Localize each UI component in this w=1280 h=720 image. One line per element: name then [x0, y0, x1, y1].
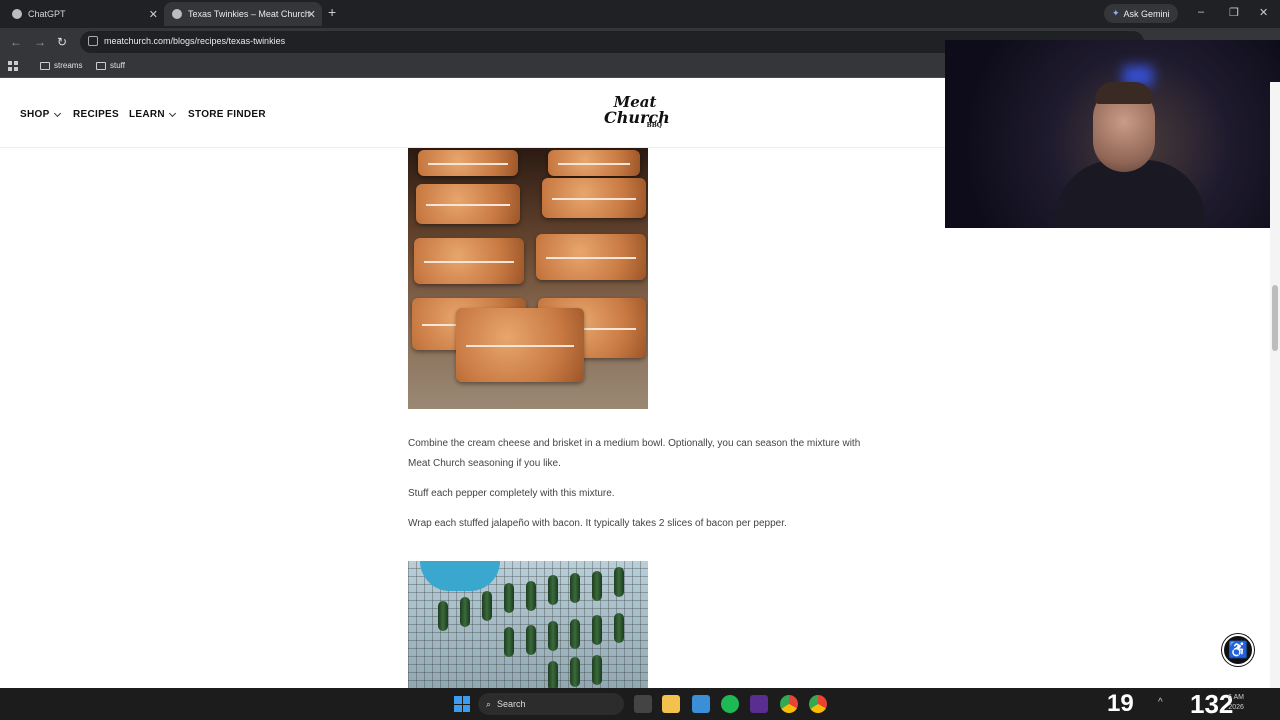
- clock-time: 6 AM: [1228, 694, 1244, 701]
- clock[interactable]: 6 AM 2026: [1228, 693, 1244, 713]
- page-scrollbar-track[interactable]: [1270, 82, 1280, 688]
- browser-tab-bar: ChatGPT ✕ Texas Twinkies – Meat Church ✕…: [0, 0, 1280, 28]
- chrome-icon[interactable]: [780, 695, 798, 713]
- bookmark-label: stuff: [110, 61, 125, 70]
- reload-icon[interactable]: ↻: [57, 35, 67, 49]
- clock-date: 2026: [1228, 704, 1244, 711]
- tray-big-number: 132: [1190, 689, 1234, 719]
- tab-title: Texas Twinkies – Meat Church: [188, 9, 310, 19]
- nav-label: RECIPES: [73, 109, 120, 120]
- chevron-up-icon[interactable]: ^: [1158, 697, 1163, 708]
- chevron-down-icon: [53, 109, 61, 117]
- windows-taskbar: ⌕ Search 19 ^ 132 6 AM 2026: [0, 688, 1280, 720]
- nav-shop[interactable]: SHOP: [20, 109, 61, 120]
- hud-fx-icon[interactable]: [750, 695, 768, 713]
- webcam-overlay: [945, 40, 1280, 228]
- taskbar-search[interactable]: ⌕ Search: [478, 693, 624, 715]
- forward-arrow-icon[interactable]: →: [34, 35, 46, 49]
- nav-label: STORE FINDER: [188, 109, 266, 120]
- tab-texas-twinkies[interactable]: Texas Twinkies – Meat Church ✕: [164, 2, 322, 26]
- spotify-icon[interactable]: [721, 695, 739, 713]
- back-arrow-icon[interactable]: ←: [10, 35, 22, 49]
- ask-gemini-label: Ask Gemini: [1123, 8, 1170, 19]
- site-info-icon[interactable]: [88, 36, 98, 46]
- search-icon: ⌕: [486, 698, 492, 709]
- nav-label: LEARN: [129, 109, 165, 120]
- instruction-paragraph: Stuff each pepper completely with this m…: [408, 488, 615, 499]
- tray-number: 19: [1107, 690, 1134, 717]
- meatchurch-favicon-icon: [172, 9, 182, 19]
- folder-icon: [40, 61, 50, 70]
- maximize-button[interactable]: ❐: [1229, 6, 1239, 19]
- instruction-paragraph: Wrap each stuffed jalapeño with bacon. I…: [408, 518, 787, 529]
- nav-store-finder[interactable]: STORE FINDER: [188, 109, 266, 120]
- tab-title: ChatGPT: [28, 9, 66, 19]
- task-view-icon[interactable]: [634, 695, 652, 713]
- nav-label: SHOP: [20, 109, 50, 120]
- bookmark-label: streams: [54, 61, 83, 70]
- minimize-button[interactable]: –: [1198, 6, 1204, 18]
- stuffed-jalapenos-photo: [408, 561, 648, 689]
- folder-icon: [96, 61, 106, 70]
- bookmark-stuff[interactable]: stuff: [96, 61, 125, 70]
- accessibility-icon[interactable]: ♿: [1222, 634, 1254, 666]
- close-tab-icon[interactable]: ✕: [307, 8, 316, 21]
- ask-gemini-button[interactable]: ✦ Ask Gemini: [1104, 4, 1178, 23]
- search-label: Search: [497, 699, 526, 709]
- instruction-paragraph: Combine the cream cheese and brisket in …: [408, 438, 861, 469]
- windows-start-icon[interactable]: [454, 696, 470, 712]
- texas-twinkies-photo: [408, 148, 648, 409]
- file-explorer-icon[interactable]: [662, 695, 680, 713]
- close-window-button[interactable]: ✕: [1259, 6, 1268, 19]
- close-tab-icon[interactable]: ✕: [149, 8, 158, 21]
- apps-grid-icon[interactable]: [8, 61, 18, 71]
- logo-line-3: BBQ: [646, 122, 662, 129]
- url-text[interactable]: meatchurch.com/blogs/recipes/texas-twink…: [104, 36, 285, 46]
- chatgpt-favicon-icon: [12, 9, 22, 19]
- notepad-icon[interactable]: [692, 695, 710, 713]
- chrome-icon[interactable]: [809, 695, 827, 713]
- nav-recipes[interactable]: RECIPES: [73, 109, 119, 120]
- gemini-sparkle-icon: ✦: [1112, 8, 1120, 18]
- meat-church-logo[interactable]: Meat Church BBQ: [604, 94, 670, 136]
- tab-chatgpt[interactable]: ChatGPT ✕: [4, 2, 164, 26]
- new-tab-button[interactable]: +: [328, 4, 336, 20]
- bookmark-streams[interactable]: streams: [40, 61, 82, 70]
- page-scrollbar-thumb[interactable]: [1272, 285, 1278, 351]
- chevron-down-icon: [168, 109, 176, 117]
- nav-learn[interactable]: LEARN: [129, 109, 176, 120]
